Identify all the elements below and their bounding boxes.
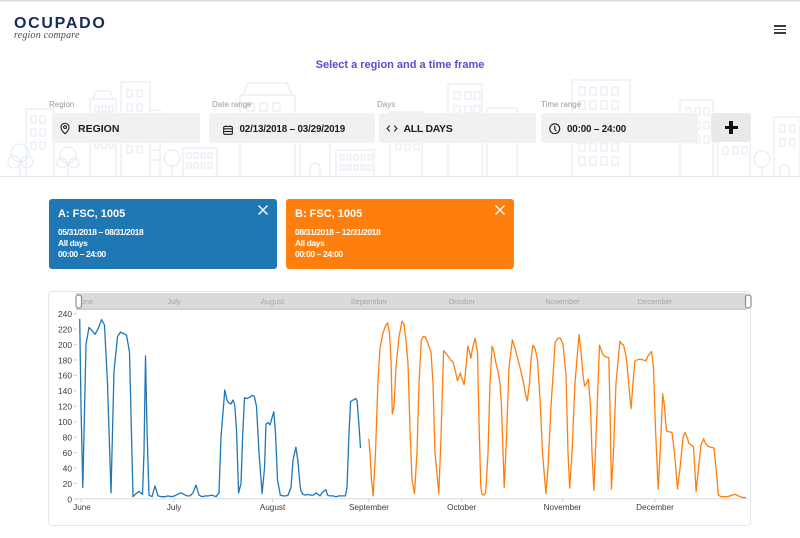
svg-text:80: 80: [63, 433, 73, 443]
svg-text:200: 200: [58, 340, 72, 350]
svg-text:September: September: [349, 503, 389, 512]
svg-text:40: 40: [63, 463, 73, 473]
svg-text:July: July: [167, 503, 182, 512]
svg-text:100: 100: [58, 417, 72, 427]
svg-text:July: July: [167, 297, 181, 306]
svg-text:120: 120: [58, 402, 72, 412]
svg-text:December: December: [636, 503, 674, 512]
svg-text:June: June: [73, 503, 91, 512]
svg-text:0: 0: [67, 494, 72, 504]
svg-text:October: October: [448, 297, 475, 306]
svg-text:August: August: [261, 297, 285, 306]
svg-text:240: 240: [58, 309, 72, 319]
svg-text:220: 220: [58, 324, 72, 334]
svg-text:November: November: [544, 503, 582, 512]
svg-text:60: 60: [63, 448, 73, 458]
svg-text:August: August: [260, 503, 286, 512]
svg-text:180: 180: [58, 355, 72, 365]
svg-text:20: 20: [63, 479, 73, 489]
svg-text:November: November: [545, 297, 580, 306]
svg-text:December: December: [638, 297, 673, 306]
svg-text:October: October: [447, 503, 476, 512]
svg-text:September: September: [351, 297, 388, 306]
svg-text:140: 140: [58, 386, 72, 396]
svg-text:160: 160: [58, 371, 72, 381]
